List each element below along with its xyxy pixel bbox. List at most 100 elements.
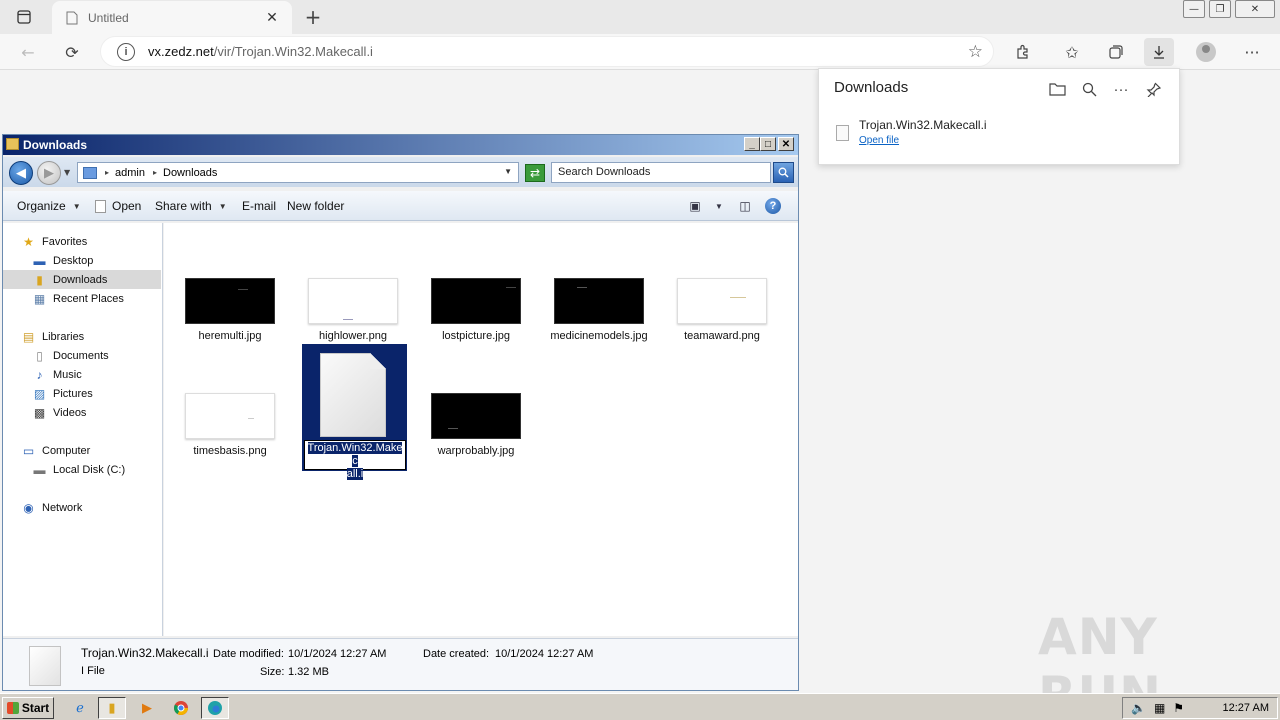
- image-thumbnail: [431, 278, 521, 324]
- browser-tab[interactable]: Untitled ✕: [52, 1, 292, 34]
- downloads-folder-icon: ▮: [36, 272, 43, 287]
- chevron-right-icon[interactable]: ▸: [105, 168, 109, 177]
- nav-local-disk[interactable]: ▬ Local Disk (C:): [3, 460, 161, 479]
- extensions-icon[interactable]: [1008, 38, 1038, 66]
- downloads-icon[interactable]: [1144, 38, 1174, 66]
- created-value: 10/1/2024 12:27 AM: [495, 648, 594, 660]
- explorer-maximize-button[interactable]: □: [760, 137, 776, 151]
- folder-icon: [6, 138, 19, 150]
- change-view-icon[interactable]: ▣: [685, 198, 705, 214]
- more-menu-icon[interactable]: ···: [1237, 38, 1267, 66]
- close-window-button[interactable]: ✕: [1235, 0, 1275, 18]
- search-input[interactable]: Search Downloads: [551, 162, 771, 183]
- download-file-name[interactable]: Trojan.Win32.Makecall.i: [859, 118, 987, 132]
- history-dropdown-icon[interactable]: ▼: [64, 168, 70, 177]
- forward-button[interactable]: ▶: [37, 161, 61, 185]
- nav-videos[interactable]: ▩ Videos: [3, 403, 161, 422]
- nav-computer[interactable]: ▭ Computer: [3, 441, 161, 460]
- minimize-button[interactable]: —: [1183, 0, 1205, 18]
- explorer-address-bar: ◀ ▶ ▼ ▸ admin ▸ Downloads ▼ ⇄ Search Dow…: [3, 157, 798, 187]
- collections-icon[interactable]: [1101, 38, 1131, 66]
- back-button[interactable]: ◀: [9, 161, 33, 185]
- downloads-flyout-title: Downloads: [834, 79, 909, 96]
- nav-network[interactable]: ◉ Network: [3, 498, 161, 517]
- path-dropdown-icon[interactable]: ▼: [504, 167, 512, 176]
- media-player-icon[interactable]: ▶: [133, 697, 161, 719]
- open-file-link[interactable]: Open file: [859, 135, 899, 146]
- clock[interactable]: 12:27 AM: [1223, 702, 1269, 714]
- organize-button[interactable]: Organize ▼: [17, 199, 81, 213]
- action-center-icon[interactable]: ⚑: [1173, 701, 1184, 715]
- favorites-icon[interactable]: ✩: [1057, 38, 1087, 66]
- address-bar[interactable]: i vx.zedz.net/vir/Trojan.Win32.Makecall.…: [100, 36, 994, 67]
- image-thumbnail: [185, 393, 275, 439]
- start-button[interactable]: Start: [2, 697, 54, 719]
- profile-avatar[interactable]: [1191, 38, 1221, 66]
- search-icon[interactable]: [773, 162, 794, 183]
- file-icon: [836, 125, 849, 141]
- open-folder-icon[interactable]: [1045, 78, 1069, 100]
- preview-pane-icon[interactable]: ◫: [735, 198, 755, 214]
- nav-music[interactable]: ♪ Music: [3, 365, 161, 384]
- image-thumbnail: [185, 278, 275, 324]
- explorer-minimize-button[interactable]: _: [744, 137, 760, 151]
- view-dropdown-icon[interactable]: ▼: [709, 198, 729, 214]
- nav-favorites[interactable]: ★ Favorites: [3, 232, 161, 251]
- explorer-close-button[interactable]: ✕: [778, 137, 794, 151]
- file-item[interactable]: heremulti.jpg: [178, 278, 282, 342]
- explorer-title: Downloads: [23, 138, 88, 152]
- desktop-icon: ▬: [33, 253, 46, 268]
- breadcrumb-admin[interactable]: admin: [115, 167, 145, 179]
- explorer-taskbar-icon[interactable]: ▮: [98, 697, 126, 719]
- breadcrumb-downloads[interactable]: Downloads: [163, 167, 217, 179]
- close-tab-icon[interactable]: ✕: [262, 10, 282, 26]
- star-icon: ★: [23, 234, 34, 249]
- search-icon[interactable]: [1077, 78, 1101, 100]
- open-button[interactable]: Open: [95, 199, 141, 213]
- tab-actions-icon[interactable]: [8, 5, 40, 29]
- email-button[interactable]: E-mail: [242, 199, 276, 213]
- image-thumbnail: [431, 393, 521, 439]
- more-options-icon[interactable]: ···: [1109, 78, 1133, 100]
- help-icon[interactable]: ?: [763, 198, 783, 214]
- file-item-selected[interactable]: Trojan.Win32.Makec all.i: [302, 344, 407, 480]
- pin-icon[interactable]: [1141, 78, 1165, 100]
- refresh-icon[interactable]: ⇄: [525, 164, 545, 182]
- disk-icon: ▬: [33, 462, 46, 477]
- file-item[interactable]: warprobably.jpg: [424, 393, 528, 457]
- nav-pictures[interactable]: ▨ Pictures: [3, 384, 161, 403]
- nav-desktop[interactable]: ▬ Desktop: [3, 251, 161, 270]
- site-info-icon[interactable]: i: [117, 42, 135, 61]
- back-icon[interactable]: ←: [14, 38, 42, 66]
- file-item[interactable]: lostpicture.jpg: [424, 278, 528, 342]
- path-box[interactable]: ▸ admin ▸ Downloads ▼: [77, 162, 519, 183]
- edge-icon[interactable]: [201, 697, 229, 719]
- file-item[interactable]: medicinemodels.jpg: [547, 278, 651, 342]
- volume-icon[interactable]: 🔈: [1131, 701, 1146, 715]
- rename-input[interactable]: Trojan.Win32.Makec all.i: [304, 440, 406, 480]
- new-tab-button[interactable]: +: [300, 4, 326, 30]
- add-favorite-icon[interactable]: ☆: [968, 42, 983, 62]
- modified-value: 10/1/2024 12:27 AM: [288, 648, 387, 660]
- image-thumbnail: [308, 278, 398, 324]
- new-folder-button[interactable]: New folder: [287, 199, 344, 213]
- share-with-button[interactable]: Share with ▼: [155, 199, 227, 213]
- explorer-title-bar[interactable]: Downloads _ □ ✕: [3, 135, 798, 155]
- url-host: vx.zedz.net: [148, 44, 214, 59]
- libraries-icon: ▤: [22, 329, 35, 344]
- nav-recent-places[interactable]: ▦ Recent Places: [3, 289, 161, 308]
- restore-button[interactable]: ❐: [1209, 0, 1231, 18]
- network-tray-icon[interactable]: ▦: [1154, 701, 1165, 715]
- nav-downloads[interactable]: ▮ Downloads: [3, 270, 161, 289]
- computer-icon: ▭: [22, 443, 35, 458]
- chevron-right-icon[interactable]: ▸: [153, 168, 157, 177]
- page-icon: [66, 11, 78, 24]
- nav-libraries[interactable]: ▤ Libraries: [3, 327, 161, 346]
- chrome-icon[interactable]: [167, 697, 195, 719]
- file-item[interactable]: timesbasis.png: [178, 393, 282, 457]
- internet-explorer-icon[interactable]: ℯ: [66, 697, 94, 719]
- file-item[interactable]: highlower.png: [301, 278, 405, 342]
- nav-documents[interactable]: ▯ Documents: [3, 346, 161, 365]
- file-item[interactable]: teamaward.png: [670, 278, 774, 342]
- reload-icon[interactable]: ⟳: [58, 38, 86, 66]
